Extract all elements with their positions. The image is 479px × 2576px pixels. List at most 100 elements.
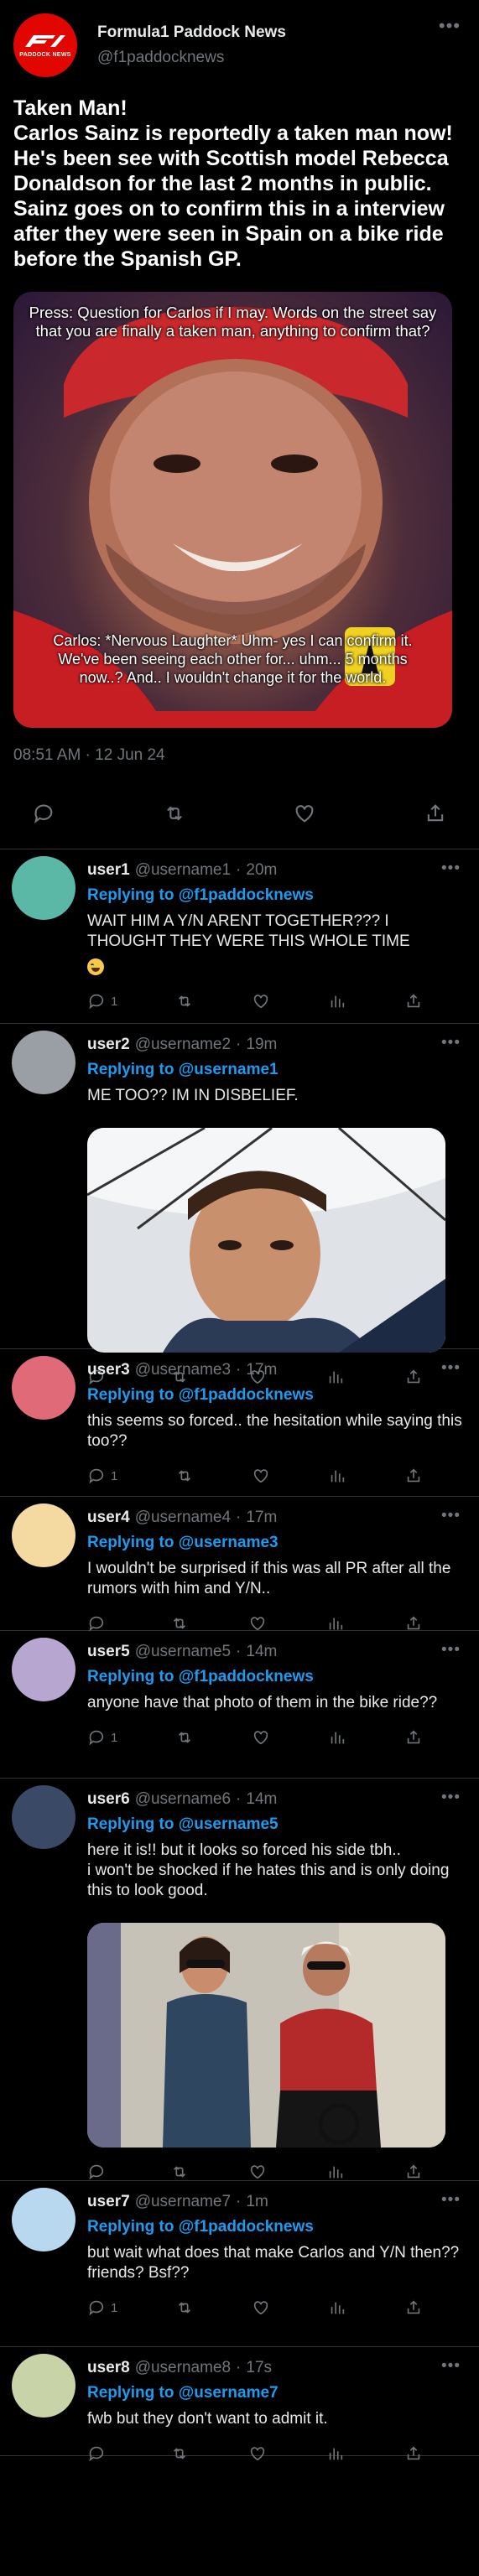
reply-tweet[interactable]: ••• user7 @username7 · 1m Replying to @f1padd…: [0, 2181, 479, 2347]
share-icon[interactable]: [404, 2163, 423, 2181]
avatar[interactable]: [12, 1504, 75, 1567]
reply-username[interactable]: user8: [87, 2359, 130, 2377]
reply-handle[interactable]: @username4: [135, 1509, 231, 1527]
share-icon[interactable]: [404, 1614, 423, 1633]
f1-logo-avatar[interactable]: PADDOCK NEWS: [13, 13, 77, 77]
views-icon[interactable]: [326, 2444, 345, 2463]
reply-icon[interactable]: [87, 2444, 111, 2463]
reply-tweet[interactable]: ••• user2 @username2 · 19m Replying to @usern…: [0, 1024, 479, 1385]
views-icon[interactable]: [328, 2298, 346, 2317]
share-icon[interactable]: [404, 1467, 423, 1485]
reply-handle[interactable]: @username6: [135, 1790, 231, 1809]
avatar[interactable]: [12, 1638, 75, 1701]
reply-tweet[interactable]: ••• user4 @username4 · 17m Replying to @usern…: [0, 1497, 479, 1633]
reply-username[interactable]: user6: [87, 1790, 130, 1809]
replying-to-link[interactable]: @f1paddocknews: [179, 1668, 314, 1685]
reply-time[interactable]: 20m: [246, 861, 277, 880]
reply-icon[interactable]: [87, 1614, 111, 1633]
retweet-icon[interactable]: [170, 2444, 189, 2463]
reply-username[interactable]: user7: [87, 2193, 130, 2211]
reply-time[interactable]: 17m: [246, 1509, 277, 1527]
reply-time[interactable]: 17s: [246, 2359, 272, 2377]
reply-username[interactable]: user5: [87, 1643, 130, 1661]
retweet-icon[interactable]: [175, 1467, 194, 1485]
share-icon[interactable]: [404, 2444, 423, 2463]
reply-handle[interactable]: @username5: [135, 1643, 231, 1661]
replying-to-link[interactable]: @username1: [179, 1061, 279, 1078]
share-icon[interactable]: [424, 802, 447, 825]
replying-to-link[interactable]: @f1paddocknews: [179, 886, 314, 904]
tweet-timestamp[interactable]: 08:51 AM · 12 Jun 24: [13, 746, 466, 765]
retweet-icon[interactable]: [170, 2163, 189, 2181]
reply-handle[interactable]: @username7: [135, 2193, 231, 2211]
retweet-icon[interactable]: [175, 1728, 194, 1747]
replying-to-link[interactable]: @f1paddocknews: [179, 1386, 314, 1404]
avatar[interactable]: [12, 2188, 75, 2251]
more-options-icon[interactable]: •••: [441, 2357, 461, 2376]
reply-time[interactable]: 19m: [246, 1036, 277, 1054]
more-options-icon[interactable]: •••: [439, 15, 461, 37]
reply-icon[interactable]: 1: [87, 2298, 117, 2317]
reply-tweet[interactable]: ••• user5 @username5 · 14m Replying to @f1pad…: [0, 1631, 479, 1779]
more-options-icon[interactable]: •••: [441, 2191, 461, 2210]
reply-username[interactable]: user2: [87, 1036, 130, 1054]
reply-icon[interactable]: [32, 802, 55, 825]
reply-tweet[interactable]: ••• user3 @username3 · 17m Replying to @f1pad…: [0, 1349, 479, 1497]
more-options-icon[interactable]: •••: [441, 860, 461, 878]
replying-to-link[interactable]: @username7: [179, 2384, 279, 2402]
like-icon[interactable]: [252, 1467, 270, 1485]
reply-handle[interactable]: @username1: [135, 861, 231, 880]
author-handle[interactable]: @f1paddocknews: [97, 49, 286, 67]
like-icon[interactable]: [252, 992, 270, 1010]
like-icon[interactable]: [252, 2298, 270, 2317]
reply-tweet[interactable]: ••• user8 @username8 · 17s Replying to @usern…: [0, 2347, 479, 2462]
replying-to-link[interactable]: @username5: [179, 1815, 279, 1833]
like-icon[interactable]: [252, 1728, 270, 1747]
like-icon[interactable]: [248, 2444, 267, 2463]
more-options-icon[interactable]: •••: [441, 1641, 461, 1659]
reply-handle[interactable]: @username3: [135, 1361, 231, 1379]
views-icon[interactable]: [328, 1467, 346, 1485]
more-options-icon[interactable]: •••: [441, 1789, 461, 1807]
views-icon[interactable]: [328, 992, 346, 1010]
reply-username[interactable]: user3: [87, 1361, 130, 1379]
views-icon[interactable]: [326, 2163, 345, 2181]
reply-icon[interactable]: 1: [87, 1467, 117, 1485]
reply-time[interactable]: 14m: [246, 1643, 277, 1661]
retweet-icon[interactable]: [175, 992, 194, 1010]
more-options-icon[interactable]: •••: [441, 1034, 461, 1052]
views-icon[interactable]: [328, 1728, 346, 1747]
reply-handle[interactable]: @username8: [135, 2359, 231, 2377]
reply-time[interactable]: 17m: [246, 1361, 277, 1379]
share-icon[interactable]: [404, 2298, 423, 2317]
reply-time[interactable]: 1m: [246, 2193, 268, 2211]
reply-media-image[interactable]: [87, 1128, 445, 1353]
replying-to-link[interactable]: @f1paddocknews: [179, 2218, 314, 2236]
reply-tweet[interactable]: ••• user1 @username1 · 20m Replying to @f1pad…: [0, 849, 479, 1024]
tweet-media-image[interactable]: Press: Question for Carlos if I may. Wor…: [13, 292, 452, 728]
reply-time[interactable]: 14m: [246, 1790, 277, 1809]
more-options-icon[interactable]: •••: [441, 1359, 461, 1378]
replying-to-link[interactable]: @username3: [179, 1534, 279, 1551]
more-options-icon[interactable]: •••: [441, 1507, 461, 1525]
like-icon[interactable]: [293, 802, 316, 825]
reply-handle[interactable]: @username2: [135, 1036, 231, 1054]
like-icon[interactable]: [248, 2163, 267, 2181]
share-icon[interactable]: [404, 1728, 423, 1747]
avatar[interactable]: [12, 1356, 75, 1420]
retweet-icon[interactable]: [170, 1614, 189, 1633]
share-icon[interactable]: [404, 992, 423, 1010]
reply-media-image[interactable]: [87, 1923, 445, 2148]
reply-username[interactable]: user4: [87, 1509, 130, 1527]
reply-tweet[interactable]: ••• user6 @username6 · 14m Replying to @usern…: [0, 1779, 479, 2181]
reply-icon[interactable]: 1: [87, 1728, 117, 1747]
retweet-icon[interactable]: [175, 2298, 194, 2317]
avatar[interactable]: [12, 856, 75, 920]
avatar[interactable]: [12, 2354, 75, 2418]
retweet-icon[interactable]: [163, 802, 186, 825]
like-icon[interactable]: [248, 1614, 267, 1633]
reply-icon[interactable]: [87, 2163, 111, 2181]
display-name[interactable]: Formula1 Paddock News: [97, 23, 286, 42]
avatar[interactable]: [12, 1031, 75, 1094]
reply-username[interactable]: user1: [87, 861, 130, 880]
